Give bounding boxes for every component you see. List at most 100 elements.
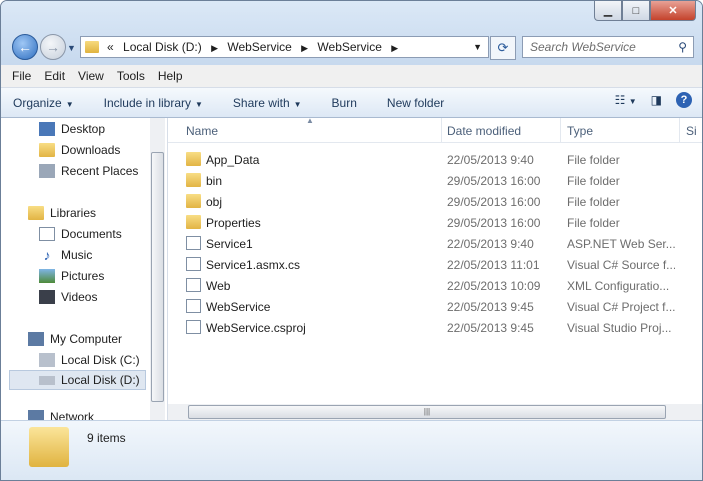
search-placeholder: Search WebService bbox=[530, 40, 636, 54]
breadcrumb-overflow[interactable]: « bbox=[107, 40, 114, 54]
nav-item-libraries[interactable]: Libraries bbox=[28, 203, 96, 223]
nav-item-label: Documents bbox=[61, 227, 122, 241]
cell-type: ASP.NET Web Ser... bbox=[567, 237, 675, 251]
address-dropdown-button[interactable]: ▼ bbox=[473, 42, 482, 52]
horizontal-scrollbar[interactable]: ||| bbox=[168, 404, 702, 420]
nav-item-label: Music bbox=[61, 248, 93, 262]
search-input[interactable]: Search WebService ⚲ bbox=[522, 36, 694, 58]
column-size[interactable]: Si bbox=[686, 124, 697, 138]
desktop-icon bbox=[39, 122, 55, 136]
column-name[interactable]: Name bbox=[186, 124, 218, 138]
nav-item-local-disk-c[interactable]: Local Disk (C:) bbox=[39, 350, 140, 370]
menu-view[interactable]: View bbox=[78, 69, 104, 83]
nav-item-pictures[interactable]: Pictures bbox=[39, 266, 104, 286]
column-type[interactable]: Type bbox=[567, 124, 593, 138]
close-button[interactable]: ✕ bbox=[650, 1, 696, 21]
search-icon[interactable]: ⚲ bbox=[678, 40, 687, 54]
breadcrumb-webservice-current[interactable]: WebService bbox=[317, 40, 381, 54]
chevron-down-icon: ▼ bbox=[628, 97, 637, 106]
table-row[interactable]: Properties 29/05/2013 16:00 File folder bbox=[168, 212, 702, 233]
vs-project-icon bbox=[186, 320, 201, 334]
music-icon: ♪ bbox=[43, 247, 51, 263]
column-divider[interactable] bbox=[679, 118, 680, 142]
organize-button[interactable]: Organize ▼ bbox=[13, 96, 74, 110]
cell-name: obj bbox=[206, 195, 223, 209]
cell-type: File folder bbox=[567, 216, 620, 230]
nav-item-recent-places[interactable]: Recent Places bbox=[39, 161, 138, 181]
sort-ascending-icon: ▲ bbox=[306, 116, 314, 125]
column-divider[interactable] bbox=[441, 118, 442, 142]
table-row[interactable]: App_Data 22/05/2013 9:40 File folder bbox=[168, 149, 702, 170]
drive-icon bbox=[39, 353, 55, 367]
column-divider[interactable] bbox=[560, 118, 561, 142]
burn-button[interactable]: Burn bbox=[332, 96, 357, 110]
column-date-modified[interactable]: Date modified bbox=[447, 124, 521, 138]
menu-file[interactable]: File bbox=[12, 69, 31, 83]
table-row[interactable]: WebService 22/05/2013 9:45 Visual C# Proje… bbox=[168, 296, 702, 317]
maximize-button[interactable]: □ bbox=[622, 1, 650, 21]
nav-item-label: Videos bbox=[61, 290, 98, 304]
recent-pages-dropdown[interactable]: ▼ bbox=[67, 43, 76, 53]
cell-type: Visual C# Source f... bbox=[567, 258, 675, 272]
menu-tools[interactable]: Tools bbox=[117, 69, 145, 83]
chevron-right-icon[interactable]: ▶ bbox=[391, 43, 398, 53]
table-row[interactable]: Web 22/05/2013 10:09 XML Configuratio... bbox=[168, 275, 702, 296]
csharp-file-icon bbox=[186, 257, 201, 271]
table-row[interactable]: bin 29/05/2013 16:00 File folder bbox=[168, 170, 702, 191]
folder-icon bbox=[186, 215, 201, 229]
title-frame: ▁ □ ✕ ← → ▼ « Local Disk (D:) ▶ WebServi… bbox=[1, 1, 702, 65]
cell-date: 22/05/2013 9:45 bbox=[447, 300, 534, 314]
nav-item-videos[interactable]: Videos bbox=[39, 287, 97, 307]
table-row[interactable]: Service1 22/05/2013 9:40 ASP.NET Web Ser..… bbox=[168, 233, 702, 254]
folder-icon bbox=[186, 152, 201, 166]
cell-name: WebService bbox=[206, 300, 271, 314]
refresh-button[interactable]: ⟳ bbox=[490, 36, 516, 60]
nav-item-label: Libraries bbox=[50, 206, 97, 220]
aspnet-file-icon bbox=[186, 236, 201, 250]
navigation-pane: Desktop Downloads Recent Places Librarie… bbox=[1, 118, 168, 420]
cell-date: 29/05/2013 16:00 bbox=[447, 195, 541, 209]
caption-buttons: ▁ □ ✕ bbox=[594, 1, 696, 21]
recent-places-icon bbox=[39, 164, 55, 178]
cell-name: Service1.asmx.cs bbox=[206, 258, 301, 272]
forward-button[interactable]: → bbox=[40, 34, 66, 60]
include-in-library-button[interactable]: Include in library ▼ bbox=[104, 96, 203, 110]
horizontal-scrollbar-thumb[interactable]: ||| bbox=[188, 405, 666, 419]
preview-pane-button[interactable]: ◨ bbox=[651, 93, 662, 107]
navigation-scrollbar-thumb[interactable] bbox=[151, 152, 164, 402]
cell-name: Properties bbox=[206, 216, 261, 230]
table-row[interactable]: obj 29/05/2013 16:00 File folder bbox=[168, 191, 702, 212]
nav-item-local-disk-d[interactable]: Local Disk (D:) bbox=[9, 370, 146, 390]
csproj-file-icon bbox=[186, 299, 201, 313]
view-controls: ☷ ▼ ◨ ? bbox=[601, 92, 692, 108]
minimize-button[interactable]: ▁ bbox=[594, 1, 622, 21]
menu-help[interactable]: Help bbox=[158, 69, 183, 83]
nav-item-desktop[interactable]: Desktop bbox=[39, 119, 105, 139]
videos-icon bbox=[39, 290, 55, 304]
folder-icon bbox=[186, 194, 201, 208]
change-view-button[interactable]: ☷ ▼ bbox=[615, 93, 637, 107]
downloads-icon bbox=[39, 143, 55, 157]
nav-item-downloads[interactable]: Downloads bbox=[39, 140, 120, 160]
help-icon[interactable]: ? bbox=[676, 92, 692, 108]
menu-edit[interactable]: Edit bbox=[44, 69, 65, 83]
share-with-label: Share with bbox=[232, 95, 290, 110]
item-count: 9 items bbox=[87, 431, 126, 445]
address-bar[interactable]: « Local Disk (D:) ▶ WebService ▶ WebServ… bbox=[80, 36, 489, 58]
back-button[interactable]: ← bbox=[12, 34, 38, 60]
nav-item-documents[interactable]: Documents bbox=[39, 224, 122, 244]
cell-name: App_Data bbox=[206, 153, 260, 167]
preview-pane-icon: ◨ bbox=[650, 93, 662, 107]
nav-item-music[interactable]: ♪ Music bbox=[39, 245, 93, 265]
breadcrumb-webservice[interactable]: WebService bbox=[227, 40, 291, 54]
breadcrumb-local-disk-d[interactable]: Local Disk (D:) bbox=[123, 40, 202, 54]
cell-date: 22/05/2013 10:09 bbox=[447, 279, 541, 293]
nav-item-my-computer[interactable]: My Computer bbox=[28, 329, 122, 349]
new-folder-button[interactable]: New folder bbox=[387, 96, 444, 110]
nav-item-network[interactable]: Network bbox=[28, 410, 94, 420]
table-row[interactable]: Service1.asmx.cs 22/05/2013 11:01 Visual C… bbox=[168, 254, 702, 275]
chevron-right-icon[interactable]: ▶ bbox=[211, 43, 218, 53]
chevron-right-icon[interactable]: ▶ bbox=[301, 43, 308, 53]
table-row[interactable]: WebService.csproj 22/05/2013 9:45 Visual S… bbox=[168, 317, 702, 338]
share-with-button[interactable]: Share with ▼ bbox=[233, 96, 302, 110]
